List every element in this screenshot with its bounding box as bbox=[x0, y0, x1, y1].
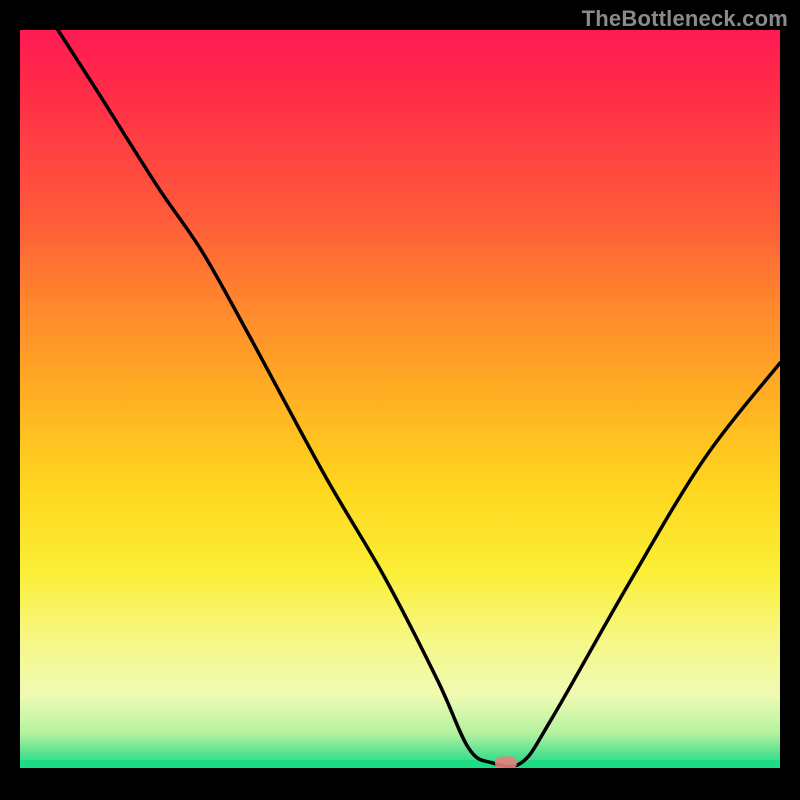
plot-area bbox=[20, 30, 780, 770]
chart-frame: TheBottleneck.com bbox=[0, 0, 800, 800]
bottleneck-curve bbox=[20, 30, 780, 770]
x-axis bbox=[20, 768, 780, 770]
watermark-label: TheBottleneck.com bbox=[582, 6, 788, 32]
